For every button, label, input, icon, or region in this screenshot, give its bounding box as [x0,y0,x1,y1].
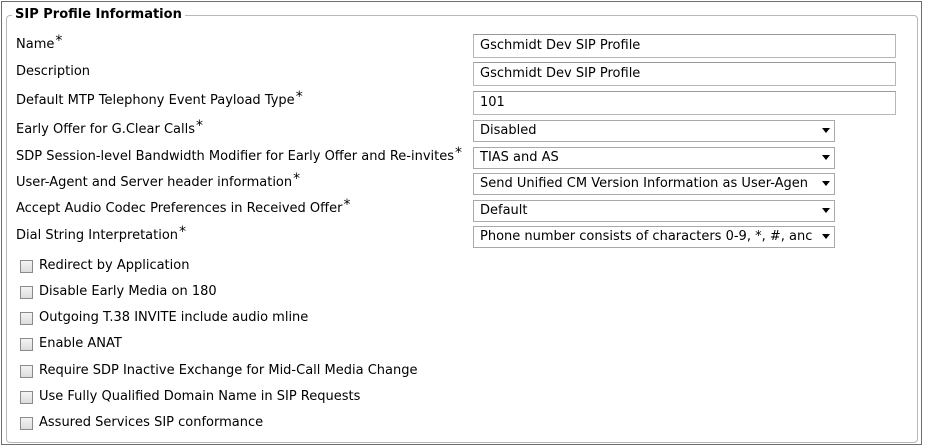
description-label: Description [16,64,91,79]
required-mark: * [295,89,303,105]
name-input[interactable]: Gschmidt Dev SIP Profile [473,34,896,58]
checkbox-label: Require SDP Inactive Exchange for Mid-Ca… [39,363,418,378]
required-mark: * [179,224,187,240]
chevron-down-icon [822,181,830,186]
checkbox-label: Use Fully Qualified Domain Name in SIP R… [39,389,361,404]
description-input[interactable]: Gschmidt Dev SIP Profile [473,62,896,86]
t38-audio-mline-row[interactable]: Outgoing T.38 INVITE include audio mline [20,309,308,327]
mtp-payload-input[interactable]: 101 [473,91,896,115]
section-title: SIP Profile Information [12,7,185,23]
user-agent-select[interactable]: Send Unified CM Version Information as U… [473,173,835,195]
dial-string-select[interactable]: Phone number consists of characters 0-9,… [473,226,835,248]
chevron-down-icon [822,155,830,160]
checkbox-label: Outgoing T.38 INVITE include audio mline [39,310,309,325]
redirect-by-application-checkbox[interactable] [20,259,33,273]
chevron-down-icon [822,208,830,213]
chevron-down-icon [822,234,830,239]
redirect-by-application-row[interactable]: Redirect by Application [20,257,189,275]
checkbox-label: Disable Early Media on 180 [39,284,217,299]
sdp-bandwidth-label: SDP Session-level Bandwidth Modifier for… [16,145,462,164]
assured-services-checkbox[interactable] [20,416,33,430]
required-mark: * [455,145,462,161]
required-mark: * [55,33,63,49]
checkbox-label: Assured Services SIP conformance [39,415,264,430]
fqdn-sip-requests-checkbox[interactable] [20,390,33,404]
enable-anat-checkbox[interactable] [20,337,33,351]
mtp-payload-label: Default MTP Telephony Event Payload Type… [16,89,303,108]
dial-string-label: Dial String Interpretation* [16,224,187,243]
require-sdp-inactive-row[interactable]: Require SDP Inactive Exchange for Mid-Ca… [20,362,417,380]
checkbox-label: Redirect by Application [39,258,190,273]
sdp-bandwidth-select[interactable]: TIAS and AS [473,147,835,169]
assured-services-row[interactable]: Assured Services SIP conformance [20,414,263,432]
required-mark: * [343,197,351,213]
audio-codec-prefs-label: Accept Audio Codec Preferences in Receiv… [16,197,351,216]
chevron-down-icon [822,128,830,133]
t38-audio-mline-checkbox[interactable] [20,311,33,325]
enable-anat-row[interactable]: Enable ANAT [20,335,122,353]
require-sdp-inactive-checkbox[interactable] [20,364,33,378]
early-offer-gclear-select[interactable]: Disabled [473,120,835,142]
audio-codec-prefs-select[interactable]: Default [473,200,835,222]
required-mark: * [196,118,204,134]
fqdn-sip-requests-row[interactable]: Use Fully Qualified Domain Name in SIP R… [20,388,360,406]
checkbox-label: Enable ANAT [39,336,122,351]
user-agent-label: User-Agent and Server header information… [16,171,301,190]
required-mark: * [293,171,301,187]
disable-early-media-row[interactable]: Disable Early Media on 180 [20,283,217,301]
early-offer-gclear-label: Early Offer for G.Clear Calls* [16,118,204,137]
name-label: Name* [16,33,63,52]
disable-early-media-checkbox[interactable] [20,285,33,299]
